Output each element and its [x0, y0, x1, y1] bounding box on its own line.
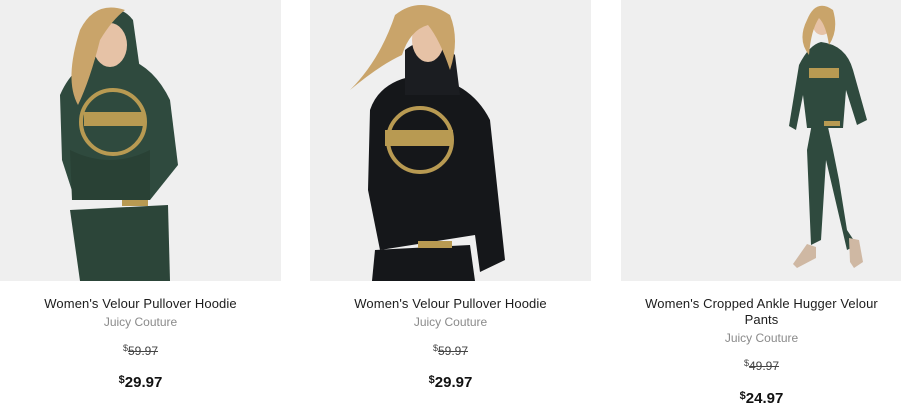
product-card[interactable]: Women's Cropped Ankle Hugger Velour Pant… — [621, 0, 901, 408]
sale-price-amount: 24.97 — [745, 390, 784, 407]
product-brand: Juicy Couture — [724, 331, 799, 345]
product-name[interactable]: Women's Velour Pullover Hoodie — [310, 296, 591, 312]
sale-price-amount: 29.97 — [124, 374, 163, 391]
product-card[interactable]: Women's Velour Pullover Hoodie Juicy Cou… — [0, 0, 281, 392]
original-price: $59.97 — [310, 341, 591, 359]
original-price-amount: 59.97 — [127, 344, 159, 358]
sale-price: $24.97 — [621, 387, 901, 408]
product-name[interactable]: Women's Velour Pullover Hoodie — [0, 296, 281, 312]
product-image-link[interactable] — [310, 0, 591, 281]
original-price: $49.97 — [621, 356, 901, 374]
original-price-amount: 49.97 — [748, 359, 780, 373]
product-image-link[interactable] — [0, 0, 281, 281]
sale-price-amount: 29.97 — [434, 374, 473, 391]
product-image-green-pants — [621, 0, 901, 281]
product-image-black-hoodie — [310, 0, 591, 281]
sale-price: $29.97 — [310, 371, 591, 392]
product-name[interactable]: Women's Cropped Ankle Hugger Velour Pant… — [621, 296, 901, 328]
original-price-amount: 59.97 — [437, 344, 469, 358]
product-image-green-hoodie — [0, 0, 281, 281]
product-card[interactable]: Women's Velour Pullover Hoodie Juicy Cou… — [310, 0, 591, 392]
product-brand: Juicy Couture — [413, 315, 488, 329]
sale-price: $29.97 — [0, 371, 281, 392]
original-price: $59.97 — [0, 341, 281, 359]
product-image-link[interactable] — [621, 0, 901, 281]
product-brand: Juicy Couture — [103, 315, 178, 329]
product-grid: Women's Velour Pullover Hoodie Juicy Cou… — [0, 0, 901, 409]
